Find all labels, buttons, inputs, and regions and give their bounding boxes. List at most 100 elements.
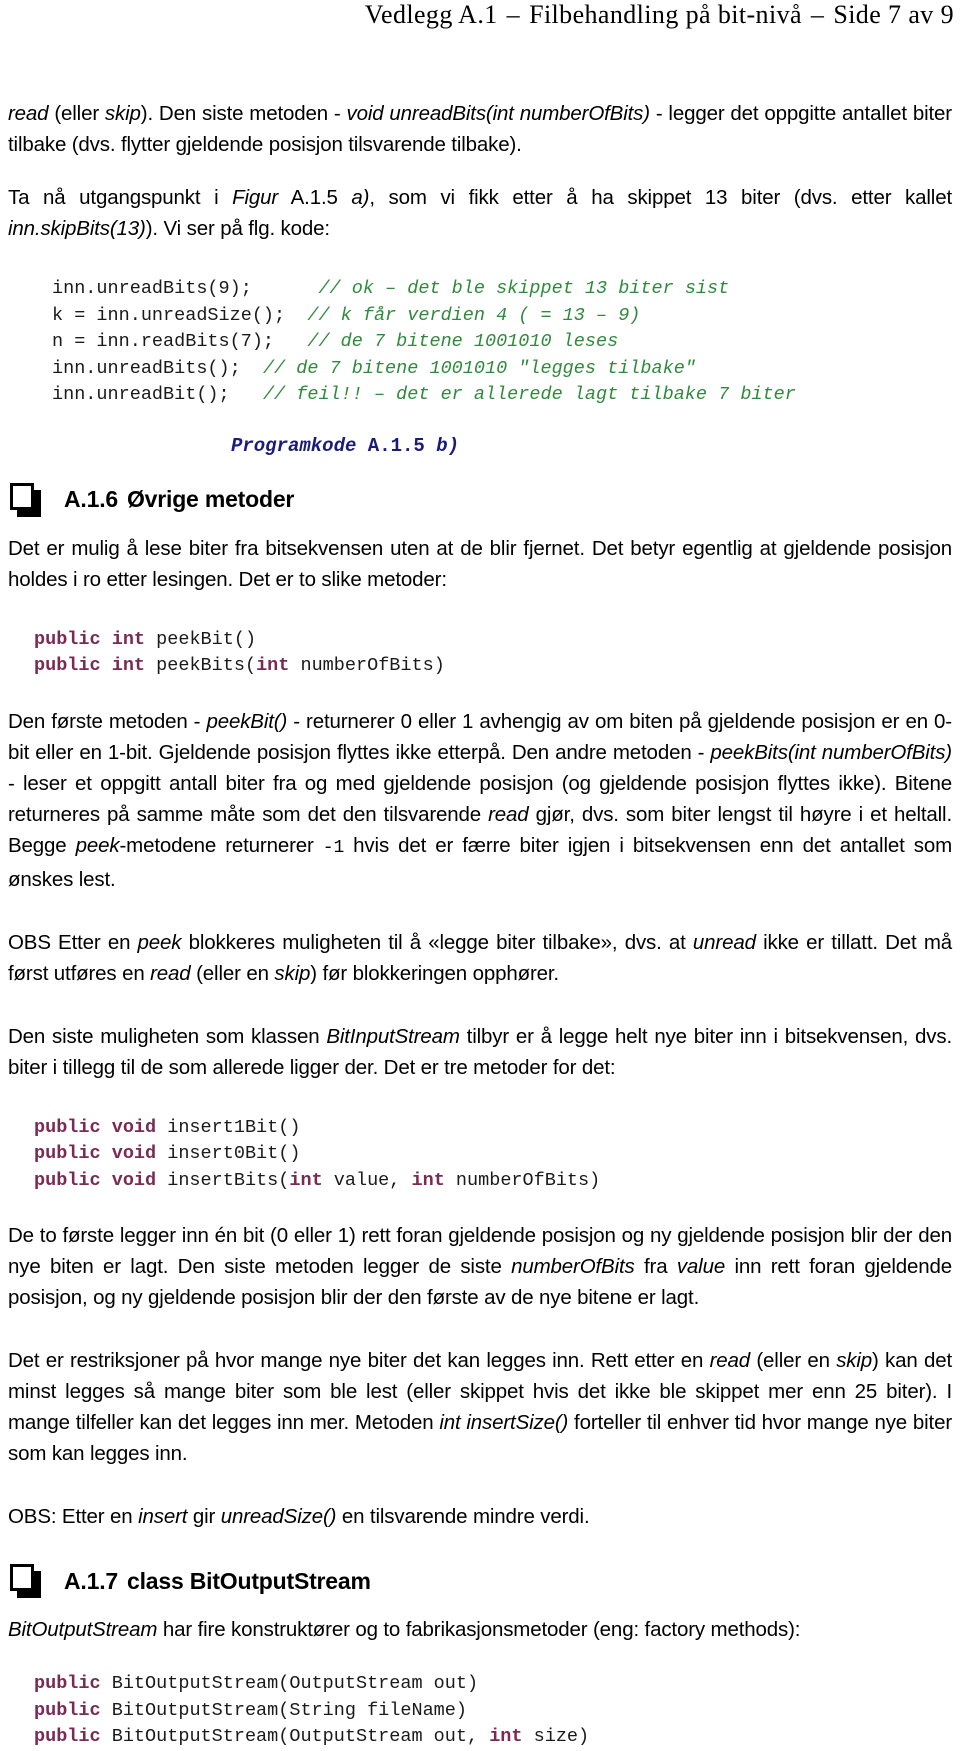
section-name-a17: class BitOutputStream [126, 1567, 371, 1594]
section-title-a17: A.1.7 class BitOutputStream [64, 1568, 371, 1595]
term-read-2: read [488, 802, 529, 826]
term-read: read [8, 102, 49, 125]
code-keyword-public-1: public [34, 1673, 101, 1694]
param-value: value [676, 1255, 726, 1278]
p4-text-a: Den første metoden - [8, 709, 207, 733]
term-peek-2: peek [137, 930, 182, 954]
code-block-insert-methods: public void insert1Bit() public void ins… [8, 1115, 952, 1195]
code-keyword-public-2: public [34, 1699, 101, 1721]
p8-text-a: Det er restriksjoner på hvor mange nye b… [8, 1349, 710, 1372]
code-keyword-int-4: int [489, 1726, 523, 1747]
term-skip-3: skip [836, 1349, 873, 1372]
pages-icon-front-sheet [10, 1564, 34, 1591]
code-keyword-public-3: public [34, 1726, 101, 1747]
paragraph-bitoutputstream-intro: BitOutputStream har fire konstruktører o… [8, 1614, 952, 1645]
section-title-a16: A.1.6 Øvrige metoder [64, 486, 294, 513]
code-keyword-public-int-2: public int [34, 655, 146, 676]
term-skip: skip [104, 102, 141, 125]
section-heading-a16: A.1.6 Øvrige metoder [8, 482, 952, 517]
code-block-bitoutputstream-constructors: public BitOutputStream(OutputStream out)… [8, 1671, 952, 1751]
code-signature-peekbit: peekBit() [145, 628, 257, 650]
p5-text-a: OBS Etter en [8, 930, 138, 954]
code-block-unread-example: inn.unreadBits(9); // ok – det ble skipp… [8, 276, 952, 409]
code-ctor-outputstream-size-b: size) [522, 1726, 590, 1747]
param-numberofbits: numberOfBits [511, 1255, 635, 1278]
code-keyword-public-int-1: public int [34, 628, 146, 650]
caption-label: Programkode [230, 434, 357, 457]
p5-text-c: blokkeres muligheten til å «legge biter … [181, 930, 693, 954]
section-number-a16: A.1.6 [64, 486, 118, 512]
term-figur: Figur [232, 186, 279, 209]
pages-icon-front-sheet [10, 482, 34, 510]
term-unread: unread [692, 930, 756, 954]
section-heading-a17: A.1.7 class BitOutputStream [8, 1564, 952, 1598]
term-a-paren: a) [351, 186, 370, 209]
code-signature-insertbits-a: insertBits( [156, 1169, 290, 1191]
pages-icon [10, 482, 44, 517]
term-peek: peek [75, 833, 120, 857]
code-keyword-public-void-2: public void [34, 1143, 157, 1164]
code-comment-3: // de 7 bitene 1001010 leses [307, 331, 619, 352]
p2-text-g: ). Vi ser på flg. kode: [145, 217, 330, 240]
figure-caption-programkode: Programkode A.1.5 b) [8, 435, 952, 457]
p10-text-b: har fire konstruktører og to fabrikasjon… [157, 1618, 801, 1641]
header-part-title: Filbehandling på bit-nivå [529, 0, 802, 29]
paragraph-restrictions: Det er restriksjoner på hvor mange nye b… [8, 1345, 952, 1469]
term-insert: insert [138, 1505, 188, 1528]
code-comment-2: // k får verdien 4 ( = 13 – 9) [307, 304, 641, 326]
p1-text-b: (eller [48, 102, 105, 125]
paragraph-insert-intro: Den siste muligheten som klassen BitInpu… [8, 1021, 952, 1083]
code-comment-5: // feil!! – det er allerede lagt tilbake… [262, 384, 796, 405]
class-bitinputstream: BitInputStream [326, 1024, 460, 1048]
p9-text-a: OBS: Etter en [8, 1505, 139, 1528]
code-keyword-public-void-1: public void [34, 1116, 157, 1138]
paragraph-read-skip: read (eller skip). Den siste metoden - v… [8, 98, 952, 160]
code-comment-4: // de 7 bitene 1001010 "legges tilbake" [262, 357, 696, 379]
p5-text-i: ) før blokkeringen opphører. [310, 961, 559, 985]
caption-subletter: b) [436, 434, 460, 457]
caption-number: A.1.5 [356, 434, 437, 457]
header-part-vedlegg: Vedlegg A.1 [364, 0, 498, 29]
p2-text-c: A.1.5 [278, 186, 352, 209]
p2-text-e: , som vi fikk etter å ha skippet 13 bite… [369, 186, 952, 209]
code-comment-1: // ok – det ble skippet 13 biter sist [318, 278, 730, 299]
code-line-4: inn.unreadBits(); [52, 357, 263, 379]
code-signature-peekbits-b: numberOfBits) [289, 655, 445, 676]
method-peekbit: peekBit() [206, 709, 288, 733]
method-unreadsize: unreadSize() [220, 1505, 337, 1528]
term-read-3: read [150, 961, 191, 985]
pages-icon [10, 1564, 44, 1598]
document-body: read (eller skip). Den siste metoden - v… [8, 98, 952, 1751]
code-line-2: k = inn.unreadSize(); [52, 304, 308, 326]
section-number-a17: A.1.7 [64, 1567, 118, 1594]
code-keyword-int-2: int [289, 1169, 323, 1191]
paragraph-peek-description: Den første metoden - peekBit() - returne… [8, 706, 952, 895]
code-signature-peekbits-a: peekBits( [145, 655, 257, 676]
code-block-peek-methods: public int peekBit() public int peekBits… [8, 627, 952, 680]
call-skipbits: inn.skipBits(13) [8, 217, 146, 240]
paragraph-obs-peek: OBS Etter en peek blokkeres muligheten t… [8, 927, 952, 989]
p5-text-g: (eller en [190, 961, 275, 985]
code-signature-insertbits-c: numberOfBits) [444, 1169, 601, 1191]
term-skip-2: skip [274, 961, 311, 985]
p7-text-c: fra [634, 1255, 677, 1278]
paragraph-obs-insert: OBS: Etter en insert gir unreadSize() en… [8, 1501, 952, 1532]
code-keyword-int-1: int [256, 655, 290, 676]
method-insertsize: int insertSize() [439, 1411, 569, 1434]
paragraph-utgangspunkt: Ta nå utgangspunkt i Figur A.1.5 a), som… [8, 182, 952, 244]
p4-text-i: -metodene returnerer [119, 833, 323, 857]
header-dash-1: – [506, 0, 521, 29]
code-ctor-outputstream-size-a: BitOutputStream(OutputStream out, [100, 1726, 490, 1747]
term-read-4: read [709, 1349, 751, 1372]
code-ctor-outputstream: BitOutputStream(OutputStream out) [100, 1673, 479, 1694]
signature-unreadbits: void unreadBits(int numberOfBits) [346, 102, 651, 125]
code-line-5: inn.unreadBit(); [52, 384, 263, 405]
